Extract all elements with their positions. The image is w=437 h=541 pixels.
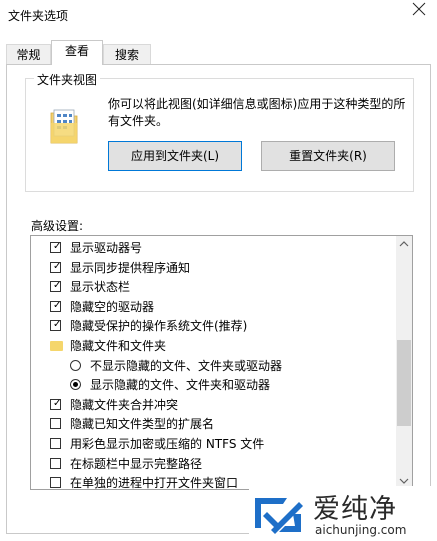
checkbox-option[interactable]: 在标题栏中显示完整路径 bbox=[31, 454, 396, 474]
reset-folders-button[interactable]: 重置文件夹(R) bbox=[261, 141, 395, 171]
checkmark-icon: ✓ bbox=[53, 241, 62, 252]
checkbox-unchecked[interactable] bbox=[50, 438, 61, 449]
checkbox-checked[interactable]: ✓ bbox=[50, 280, 62, 293]
checkbox-option[interactable]: ✓ 显示状态栏 bbox=[31, 277, 396, 297]
folder-icon bbox=[50, 341, 63, 351]
radio-dot-icon bbox=[73, 382, 78, 388]
checkbox-checked[interactable]: ✓ bbox=[50, 397, 62, 410]
checkbox-checked[interactable]: ✓ bbox=[50, 260, 62, 273]
checkbox-unchecked[interactable] bbox=[50, 477, 61, 489]
watermark-url: aichunjing.com bbox=[315, 523, 407, 537]
option-label: 隐藏已知文件类型的扩展名 bbox=[70, 417, 215, 432]
apply-to-folders-button[interactable]: 应用到文件夹(L) bbox=[108, 141, 242, 171]
radio-unselected[interactable] bbox=[70, 359, 81, 371]
option-label: 隐藏文件和文件夹 bbox=[70, 339, 167, 353]
watermark: 爱纯净 aichunjing.com bbox=[249, 486, 437, 541]
checkbox-unchecked[interactable] bbox=[50, 457, 61, 469]
option-label: 显示状态栏 bbox=[70, 280, 131, 295]
scroll-up-icon[interactable] bbox=[396, 236, 412, 252]
checkbox-option[interactable]: ✓ 显示同步提供程序通知 bbox=[31, 258, 396, 278]
radio-option[interactable]: 显示隐藏的文件、文件夹和驱动器 bbox=[31, 375, 396, 395]
folder-view-icon bbox=[50, 109, 78, 144]
option-label: 隐藏受保护的操作系统文件(推荐) bbox=[70, 319, 248, 334]
checkbox-unchecked[interactable] bbox=[50, 418, 61, 430]
option-label: 隐藏空的驱动器 bbox=[70, 299, 155, 314]
scroll-thumb[interactable] bbox=[397, 340, 411, 426]
tab-general[interactable]: 常规 bbox=[6, 44, 51, 64]
folder-views-description: 你可以将此视图(如详细信息或图标)应用于这种类型的所有文件夹。 bbox=[108, 97, 406, 128]
checkmark-icon: ✓ bbox=[53, 260, 62, 272]
checkmark-icon: ✓ bbox=[53, 280, 62, 292]
checkmark-icon: ✓ bbox=[53, 397, 62, 409]
tab-search[interactable]: 搜索 bbox=[103, 44, 151, 64]
aichunjing-logo bbox=[255, 498, 303, 534]
option-label: 隐藏文件夹合并冲突 bbox=[70, 397, 179, 412]
option-label: 在标题栏中显示完整路径 bbox=[70, 456, 203, 471]
tab-view[interactable]: 查看 bbox=[51, 40, 103, 65]
vertical-scrollbar[interactable] bbox=[396, 236, 412, 489]
checkbox-option[interactable]: 隐藏已知文件类型的扩展名 bbox=[31, 414, 396, 434]
checkbox-checked[interactable]: ✓ bbox=[50, 241, 62, 253]
advanced-settings-list[interactable]: ✓ 显示驱动器号 ✓ 显示同步提供程序通知 ✓ 显示状态栏 ✓ 隐藏空的驱动器 ✓ 隐藏受保护的操… bbox=[30, 235, 413, 490]
checkbox-option[interactable]: ✓ 隐藏文件夹合并冲突 bbox=[31, 395, 396, 415]
option-label: 显示驱动器号 bbox=[70, 241, 143, 255]
option-label: 显示同步提供程序通知 bbox=[70, 260, 191, 275]
radio-selected[interactable] bbox=[70, 379, 81, 391]
radio-option[interactable]: 不显示隐藏的文件、文件夹或驱动器 bbox=[31, 356, 396, 376]
checkbox-checked[interactable]: ✓ bbox=[50, 319, 62, 332]
option-label: 不显示隐藏的文件、文件夹或驱动器 bbox=[90, 358, 283, 373]
checkbox-option[interactable]: ✓ 隐藏受保护的操作系统文件(推荐) bbox=[31, 316, 396, 336]
checkmark-icon: ✓ bbox=[53, 299, 62, 311]
close-icon[interactable] bbox=[409, 0, 429, 20]
folder-views-legend: 文件夹视图 bbox=[34, 71, 101, 88]
title-bar: 文件夹选项 bbox=[0, 0, 437, 30]
option-label: 显示隐藏的文件、文件夹和驱动器 bbox=[90, 378, 271, 393]
checkbox-option[interactable]: ✓ 隐藏空的驱动器 bbox=[31, 297, 396, 317]
checkbox-option[interactable]: ✓ 显示驱动器号 bbox=[31, 238, 396, 258]
settings-group-header: 隐藏文件和文件夹 bbox=[31, 336, 396, 356]
option-label: 在单独的进程中打开文件夹窗口 bbox=[70, 476, 239, 490]
checkbox-option[interactable]: 用彩色显示加密或压缩的 NTFS 文件 bbox=[31, 434, 396, 454]
checkbox-checked[interactable]: ✓ bbox=[50, 299, 62, 312]
option-label: 用彩色显示加密或压缩的 NTFS 文件 bbox=[70, 437, 265, 451]
advanced-settings-label: 高级设置: bbox=[31, 219, 84, 233]
checkmark-icon: ✓ bbox=[53, 319, 62, 331]
watermark-title: 爱纯净 bbox=[313, 494, 397, 525]
window-title: 文件夹选项 bbox=[8, 9, 69, 23]
